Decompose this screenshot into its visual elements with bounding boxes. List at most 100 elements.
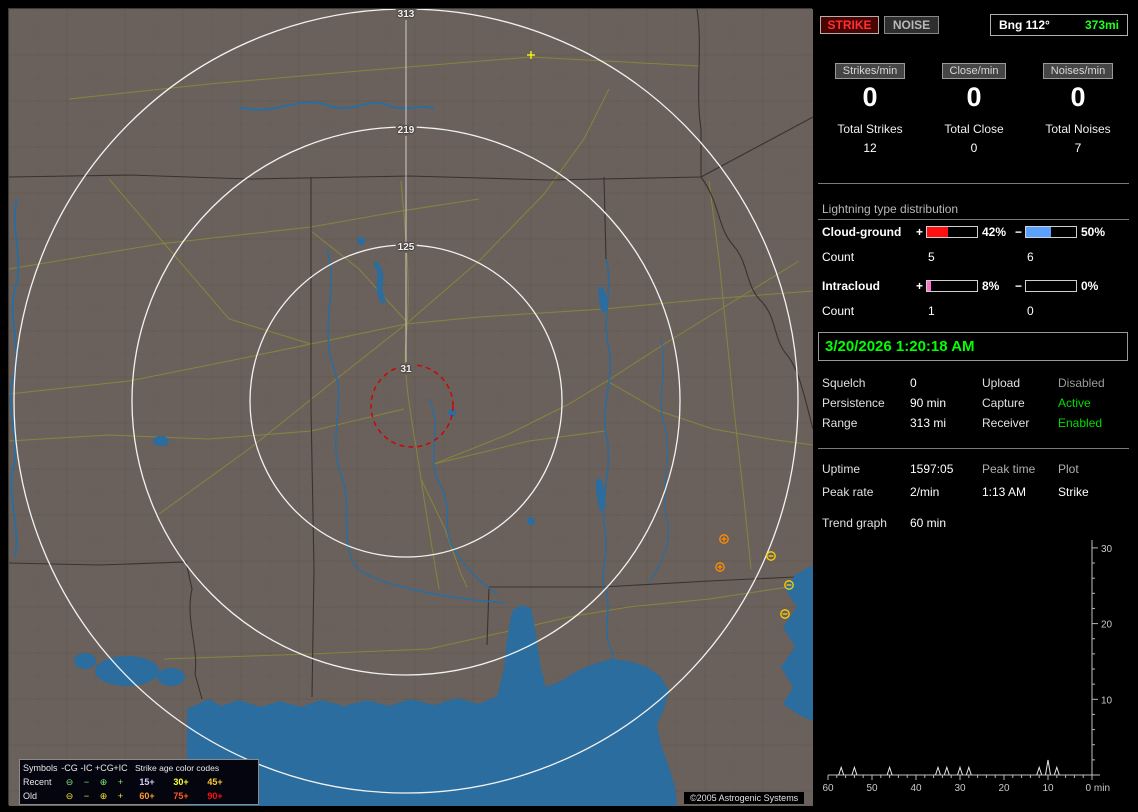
close-per-min-column: Close/min 0 Total Close 0 [922, 60, 1026, 155]
ic-count-label: Count [822, 304, 855, 318]
squelch-label: Squelch [822, 376, 866, 390]
cg-minus-percent: 50% [1081, 225, 1106, 239]
cg-minus-count: 6 [1027, 250, 1034, 264]
upload-status: Disabled [1058, 376, 1105, 390]
cg-plus-count: 5 [928, 250, 935, 264]
pos-cg-old-icon: ⊕ [99, 790, 108, 801]
total-strikes-label: Total Strikes [837, 122, 903, 136]
svg-text:60: 60 [822, 783, 834, 794]
distribution-title: Lightning type distribution [822, 202, 959, 216]
svg-text:40: 40 [910, 783, 922, 794]
legend-col-pos-cg: +CG [95, 763, 114, 773]
trend-graph: 30 20 10 60 50 40 30 20 10 0 min [822, 540, 1113, 794]
map-legend: Symbols -CG -IC +CG +IC Strike age color… [19, 759, 259, 805]
legend-col-neg-ic: -IC [80, 763, 93, 773]
receiver-status: Enabled [1058, 416, 1103, 430]
age-60: 60+ [139, 791, 155, 801]
close-per-min-label: Close/min [941, 63, 1007, 79]
status-row-2: Peak rate 2/min 1:13 AM Strike [818, 485, 1130, 501]
range-ring-label-219: 219 [395, 125, 417, 136]
range-label: Range [822, 416, 858, 430]
squelch-value: 0 [910, 376, 917, 390]
range-value: 313 mi [910, 416, 947, 430]
lightning-map[interactable]: 313 219 125 31 Symbols -CG -IC +CG +IC S… [8, 8, 814, 806]
legend-symbols-header: Symbols [23, 763, 58, 773]
svg-text:50: 50 [866, 783, 878, 794]
age-90: 90+ [207, 791, 223, 801]
intracloud-row: Intracloud + 8% − 0% [818, 279, 1130, 295]
trend-graph-label: Trend graph [822, 516, 887, 530]
ic-plus-bar [926, 280, 978, 292]
noises-per-min-value: 0 [1070, 82, 1086, 112]
noises-per-min-label: Noises/min [1042, 63, 1114, 79]
clock-display: 3/20/2026 1:20:18 AM [818, 332, 1128, 361]
total-strikes-value: 12 [863, 141, 877, 155]
ic-count-row: Count 1 0 [818, 304, 1130, 320]
intracloud-label: Intracloud [822, 279, 881, 293]
svg-text:0 min: 0 min [1086, 783, 1110, 794]
minus-sign: − [1015, 225, 1023, 239]
noise-toggle-button[interactable]: NOISE [884, 16, 939, 34]
rate-counters: Strikes/min 0 Total Strikes 12 Close/min… [818, 60, 1130, 155]
plus-sign: + [916, 225, 924, 239]
peak-time-label: Peak time [982, 462, 1036, 476]
age-45: 45+ [207, 777, 223, 787]
noises-per-min-column: Noises/min 0 Total Noises 7 [1026, 60, 1130, 155]
minus-sign: − [1015, 279, 1023, 293]
divider [818, 183, 1129, 184]
bearing-label: Bng 112° [999, 18, 1050, 32]
persistence-value: 90 min [910, 396, 947, 410]
cg-count-row: Count 5 6 [818, 250, 1130, 266]
settings-row-1: Squelch 0 Upload Disabled [818, 376, 1130, 392]
pos-cg-recent-icon: ⊕ [99, 776, 108, 787]
uptime-value: 1597:05 [910, 462, 954, 476]
cg-plus-bar [926, 226, 978, 238]
ic-minus-count: 0 [1027, 304, 1034, 318]
ic-plus-percent: 8% [982, 279, 1000, 293]
legend-col-pos-ic: +IC [113, 763, 128, 773]
settings-row-2: Persistence 90 min Capture Active [818, 396, 1130, 412]
range-ring-label-313: 313 [395, 9, 417, 20]
peak-rate-label: Peak rate [822, 485, 874, 499]
total-close-value: 0 [970, 141, 978, 155]
svg-text:30: 30 [954, 783, 966, 794]
svg-text:10: 10 [1042, 783, 1054, 794]
ic-minus-percent: 0% [1081, 279, 1099, 293]
neg-ic-recent-icon: − [83, 777, 90, 787]
settings-row-3: Range 313 mi Receiver Enabled [818, 416, 1130, 432]
capture-label: Capture [982, 396, 1025, 410]
plot-mode-value: Strike [1058, 485, 1089, 499]
range-ring-label-125: 125 [395, 242, 417, 253]
ic-minus-bar [1025, 280, 1077, 292]
pos-ic-recent-icon: + [117, 777, 124, 787]
range-readout-value: 373mi [1084, 18, 1119, 32]
capture-status: Active [1058, 396, 1091, 410]
strike-rate-trace [838, 759, 1060, 776]
svg-text:30: 30 [1101, 544, 1113, 555]
age-30: 30+ [173, 777, 189, 787]
uptime-label: Uptime [822, 462, 861, 476]
total-noises-value: 7 [1074, 141, 1082, 155]
total-noises-label: Total Noises [1045, 122, 1111, 136]
legend-row-old: Old ⊖ − ⊕ + 60+ 75+ 90+ [23, 789, 255, 803]
divider [818, 219, 1129, 220]
bearing-range-readout: Bng 112° 373mi [990, 14, 1128, 36]
strikes-per-min-column: Strikes/min 0 Total Strikes 12 [818, 60, 922, 155]
strikes-per-min-value: 0 [862, 82, 878, 112]
copyright-notice: ©2005 Astrogenic Systems [684, 792, 805, 804]
status-row-1: Uptime 1597:05 Peak time Plot [818, 462, 1130, 478]
receiver-label: Receiver [982, 416, 1030, 430]
cg-plus-percent: 42% [982, 225, 1007, 239]
cloud-ground-row: Cloud-ground + 42% − 50% [818, 225, 1130, 241]
neg-cg-old-icon: ⊖ [65, 790, 74, 801]
divider [818, 448, 1129, 449]
legend-row-recent: Recent ⊖ − ⊕ + 15+ 30+ 45+ [23, 775, 255, 789]
neg-ic-old-icon: − [83, 791, 90, 801]
peak-time-value: 1:13 AM [982, 485, 1027, 499]
plot-label: Plot [1058, 462, 1079, 476]
plus-sign: + [916, 279, 924, 293]
trend-graph-row: Trend graph 60 min [818, 516, 1130, 532]
strikes-per-min-label: Strikes/min [834, 63, 906, 79]
strike-toggle-button[interactable]: STRIKE [820, 16, 879, 34]
svg-text:10: 10 [1101, 695, 1113, 706]
